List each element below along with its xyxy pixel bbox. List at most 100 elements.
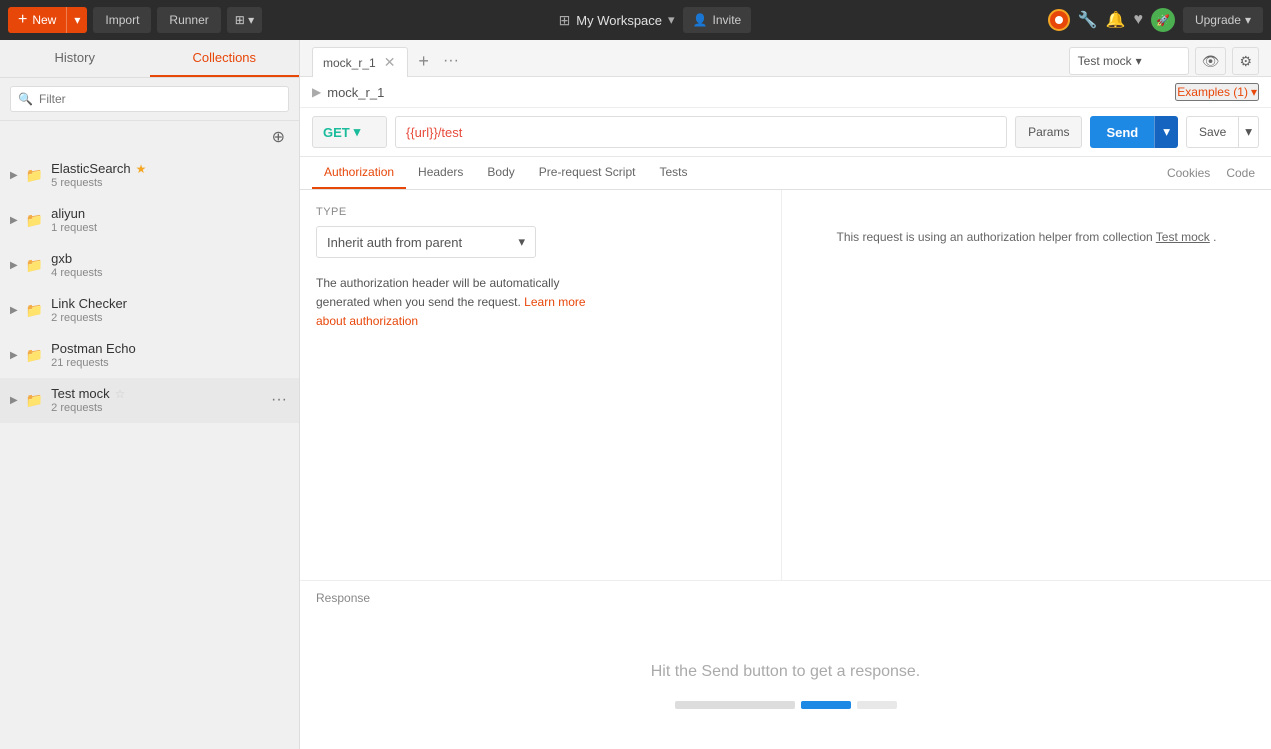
upgrade-button[interactable]: Upgrade ▾ — [1183, 7, 1263, 33]
chevron-right-icon: ▶ — [10, 260, 18, 271]
collection-item[interactable]: ▶ 📁 ElasticSearch ★ 5 requests — [0, 153, 299, 198]
auth-collection-link[interactable]: Test mock — [1156, 230, 1210, 244]
new-button[interactable]: + New ▾ — [8, 7, 87, 33]
runner-button[interactable]: Runner — [157, 7, 220, 33]
folder-icon: 📁 — [26, 212, 43, 229]
url-input[interactable] — [395, 116, 1007, 148]
workspace-grid-icon: ⊞ — [559, 12, 571, 29]
chevron-right-icon: ▶ — [10, 350, 18, 361]
request-tab[interactable]: mock_r_1 ✕ — [312, 47, 408, 77]
heart-icon[interactable]: ♥ — [1133, 11, 1143, 29]
env-eye-button[interactable]: 👁 — [1195, 47, 1227, 75]
req-extra-code[interactable]: Code — [1222, 158, 1259, 188]
tab-history[interactable]: History — [0, 40, 150, 77]
search-icon: 🔍 — [18, 92, 33, 106]
examples-label: Examples (1) — [1177, 85, 1248, 99]
collection-item-test-mock[interactable]: ▶ 📁 Test mock ☆ 2 requests ··· — [0, 378, 299, 423]
new-button-main[interactable]: + New — [8, 11, 66, 29]
layout-button[interactable]: ⊞ ▾ — [227, 7, 262, 33]
examples-button[interactable]: Examples (1) ▾ — [1175, 83, 1259, 101]
req-tab-tests[interactable]: Tests — [647, 157, 699, 189]
collection-info: aliyun 1 request — [51, 206, 289, 234]
collection-count: 4 requests — [51, 267, 289, 279]
auth-left-panel: TYPE Inherit auth from parent ▾ The auth… — [300, 190, 782, 580]
star-filled-icon[interactable]: ★ — [136, 162, 147, 176]
workspace-button[interactable]: ⊞ My Workspace ▾ — [559, 12, 675, 29]
request-tabs: Authorization Headers Body Pre-request S… — [300, 157, 1271, 190]
collection-name: aliyun — [51, 206, 289, 221]
auth-description: The authorization header will be automat… — [316, 274, 616, 332]
topbar: + New ▾ Import Runner ⊞ ▾ ⊞ My Workspace… — [0, 0, 1271, 40]
import-button[interactable]: Import — [93, 7, 151, 33]
folder-icon: 📁 — [26, 302, 43, 319]
req-tab-extras: Cookies Code — [1163, 158, 1259, 188]
topbar-center: ⊞ My Workspace ▾ 👤 Invite — [268, 7, 1041, 33]
tab-options-button[interactable]: ··· — [439, 52, 463, 70]
collection-item[interactable]: ▶ 📁 aliyun 1 request — [0, 198, 299, 243]
send-button[interactable]: Send — [1090, 116, 1154, 148]
content: mock_r_1 ✕ + ··· Test mock ▾ 👁 ⚙ ▶ mock_… — [300, 40, 1271, 749]
sync-icon[interactable] — [1048, 9, 1070, 31]
auth-type-label: TYPE — [316, 206, 765, 218]
breadcrumb: mock_r_1 — [327, 85, 384, 100]
save-button[interactable]: Save — [1186, 116, 1239, 148]
chevron-right-icon: ▶ — [10, 170, 18, 181]
collection-item[interactable]: ▶ 📁 Postman Echo 21 requests — [0, 333, 299, 378]
req-tab-body[interactable]: Body — [475, 157, 526, 189]
new-collection-button[interactable]: ⊕ — [268, 125, 289, 149]
search-input[interactable] — [10, 86, 289, 112]
response-label: Response — [316, 591, 1255, 605]
chevron-right-icon: ▶ — [10, 215, 18, 226]
tab-plus-button[interactable]: + — [412, 51, 435, 72]
collection-info: ElasticSearch ★ 5 requests — [51, 161, 289, 189]
star-empty-icon[interactable]: ☆ — [115, 387, 126, 401]
item-menu-button[interactable]: ··· — [269, 391, 289, 409]
req-tab-pre-request[interactable]: Pre-request Script — [527, 157, 648, 189]
tab-close-button[interactable]: ✕ — [382, 54, 398, 71]
workspace-chevron-icon: ▾ — [668, 12, 675, 28]
invite-icon: 👤 — [693, 13, 708, 27]
method-select[interactable]: GET ▾ — [312, 116, 387, 148]
sidebar-toolbar: ⊕ — [0, 121, 299, 153]
helper-period: . — [1213, 230, 1216, 244]
response-message: Hit the Send button to get a response. — [651, 663, 921, 681]
auth-right-panel: This request is using an authorization h… — [782, 190, 1271, 580]
response-section: Response — [300, 580, 1271, 623]
method-label: GET — [323, 125, 350, 140]
examples-arrow-icon: ▾ — [1251, 85, 1257, 99]
avatar[interactable]: 🚀 — [1151, 8, 1175, 32]
invite-button[interactable]: 👤 Invite — [683, 7, 752, 33]
new-label: New — [32, 13, 56, 27]
env-settings-button[interactable]: ⚙ — [1232, 47, 1259, 75]
environment-select[interactable]: Test mock ▾ — [1069, 47, 1189, 75]
folder-icon: 📁 — [26, 392, 43, 409]
save-arrow-button[interactable]: ▾ — [1239, 116, 1259, 148]
upgrade-chevron-icon: ▾ — [1245, 13, 1251, 27]
tab-collections[interactable]: Collections — [150, 40, 300, 77]
bell-icon[interactable]: 🔔 — [1106, 10, 1126, 30]
req-extra-cookies[interactable]: Cookies — [1163, 158, 1214, 188]
upgrade-label: Upgrade — [1195, 13, 1241, 27]
collection-count: 2 requests — [51, 312, 289, 324]
tab-bar: mock_r_1 ✕ + ··· — [312, 46, 463, 76]
collection-name: Link Checker — [51, 296, 289, 311]
request-body-area: TYPE Inherit auth from parent ▾ The auth… — [300, 190, 1271, 749]
req-tab-authorization[interactable]: Authorization — [312, 157, 406, 189]
graphic-bar-2 — [801, 701, 851, 709]
collection-item[interactable]: ▶ 📁 gxb 4 requests — [0, 243, 299, 288]
helper-text-content: This request is using an authorization h… — [837, 230, 1153, 244]
req-tab-headers[interactable]: Headers — [406, 157, 475, 189]
new-button-arrow[interactable]: ▾ — [66, 7, 87, 33]
wrench-icon[interactable]: 🔧 — [1078, 10, 1098, 30]
graphic-bar-3 — [857, 701, 897, 709]
invite-label: Invite — [713, 13, 742, 27]
params-button[interactable]: Params — [1015, 116, 1082, 148]
auth-description-text: The authorization header will be automat… — [316, 276, 559, 309]
collection-item[interactable]: ▶ 📁 Link Checker 2 requests — [0, 288, 299, 333]
auth-type-select[interactable]: Inherit auth from parent ▾ — [316, 226, 536, 258]
collection-info: Test mock ☆ 2 requests — [51, 386, 261, 414]
send-arrow-button[interactable]: ▾ — [1154, 116, 1178, 148]
collection-info: gxb 4 requests — [51, 251, 289, 279]
response-graphic — [675, 701, 897, 709]
sidebar-search-area: 🔍 — [0, 78, 299, 121]
